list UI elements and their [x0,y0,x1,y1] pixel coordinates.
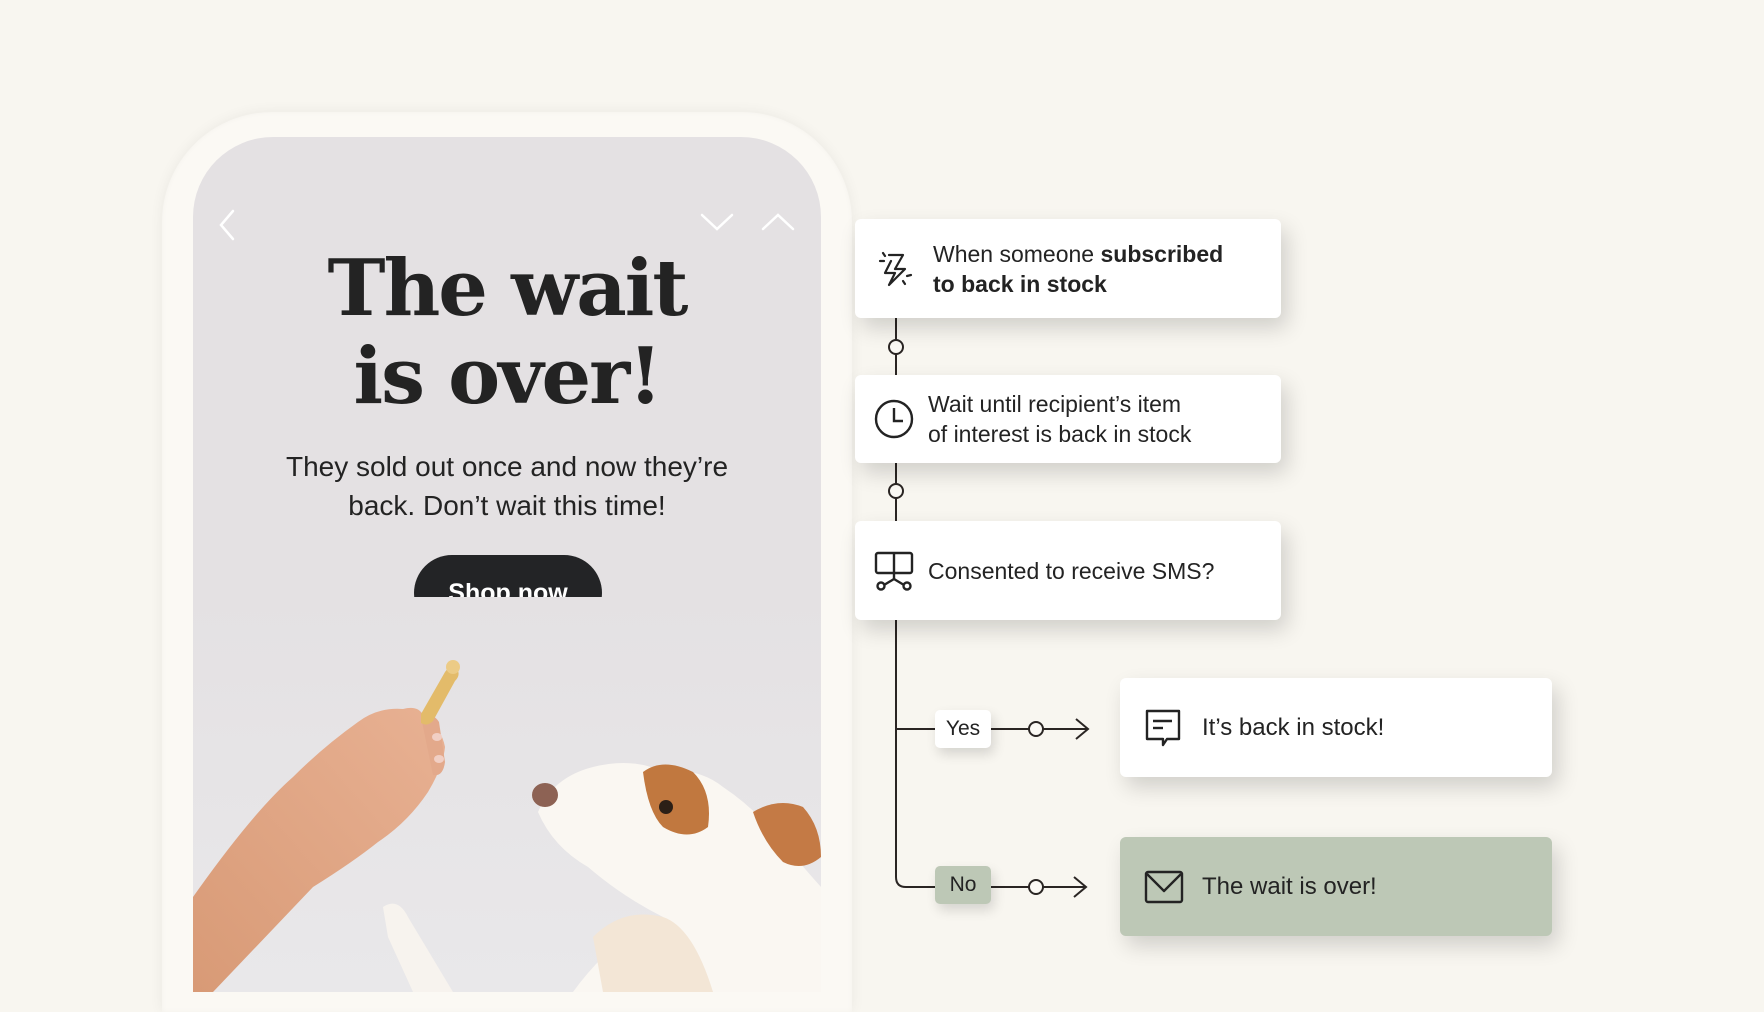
chevron-up-icon[interactable] [758,201,798,241]
no-branch-badge[interactable]: No [935,866,991,904]
connector-split-trunk [895,620,935,888]
email-action-card[interactable]: The wait is over! [1120,837,1552,936]
trigger-card[interactable]: When someone subscribed to back in stock [855,219,1281,318]
sms-action-card[interactable]: It’s back in stock! [1120,678,1552,777]
headline-line-2: is over! [353,331,662,422]
split-card[interactable]: Consented to receive SMS? [855,521,1281,620]
subtext: They sold out once and now they’re back.… [213,447,801,525]
trigger-text-bold-1: subscribed [1100,240,1224,267]
sms-action-text: It’s back in stock! [1202,713,1385,741]
arrow-no-icon [1073,876,1088,898]
yes-branch-badge[interactable]: Yes [935,710,991,748]
wait-text-line-1: Wait until recipient’s item [928,391,1182,417]
split-branch-icon [874,551,914,591]
email-envelope-icon [1144,870,1184,903]
lightning-bolt-icon [878,251,913,286]
subtext-line-1: They sold out once and now they’re [285,451,729,482]
trigger-text: When someone subscribed to back in stock [933,239,1223,299]
wait-text: Wait until recipient’s item of interest … [928,389,1191,449]
email-action-text: The wait is over! [1202,872,1377,900]
clock-icon [874,399,914,439]
headline: The wait is over! [193,245,821,421]
wait-text-line-2: of interest is back in stock [928,421,1192,447]
dog-treat-photo [193,597,821,992]
chevron-down-icon[interactable] [697,201,737,241]
phone-screen: The wait is over! They sold out once and… [193,137,821,992]
trigger-text-regular: When someone [933,240,1101,267]
connector-node [1028,721,1044,737]
connector-node [888,339,904,355]
sms-message-icon [1145,709,1181,746]
connector-node [1028,879,1044,895]
headline-line-1: The wait [327,243,689,334]
connector-node [888,483,904,499]
subtext-line-2: back. Don’t wait this time! [348,490,666,521]
chevron-left-icon[interactable] [207,205,247,245]
wait-card[interactable]: Wait until recipient’s item of interest … [855,375,1281,463]
split-text: Consented to receive SMS? [928,557,1215,584]
arrow-yes-icon [1075,718,1090,740]
trigger-text-bold-2: to back in stock [933,270,1107,297]
